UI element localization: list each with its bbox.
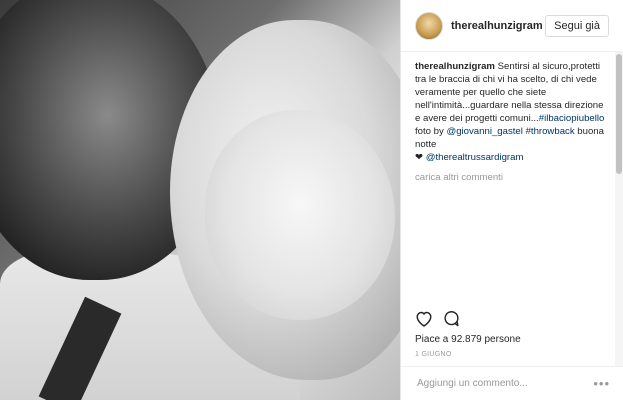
load-more-comments[interactable]: carica altri commenti <box>401 164 623 183</box>
avatar[interactable] <box>415 11 443 40</box>
post-actions <box>415 310 460 327</box>
comment-icon[interactable] <box>443 310 460 327</box>
hashtag-link[interactable]: #throwback <box>526 126 575 137</box>
mention-link[interactable]: @therealtrussardigram <box>426 152 524 163</box>
caption-text: foto by <box>415 126 447 137</box>
caption: therealhunzigram Sentirsi al sicuro,prot… <box>401 52 623 164</box>
likes-count[interactable]: Piace a 92.879 persone <box>415 334 521 345</box>
heart-emoji: ❤ <box>415 152 424 163</box>
comment-bar: ••• <box>401 366 623 400</box>
photo-face <box>205 110 395 320</box>
post-date: 1 GIUGNO <box>415 351 452 358</box>
caption-author[interactable]: therealhunzigram <box>415 61 495 72</box>
scrollbar-thumb[interactable] <box>616 54 622 174</box>
heart-icon[interactable] <box>415 310 433 327</box>
hashtag-link[interactable]: #ilbaciopiubello <box>539 113 605 124</box>
mention-link[interactable]: @giovanni_gastel <box>446 126 522 137</box>
comment-input[interactable] <box>415 377 594 390</box>
likes-text: Piace a 92.879 persone <box>415 334 521 345</box>
more-icon[interactable]: ••• <box>593 376 610 391</box>
username-link[interactable]: therealhunzigram <box>451 20 545 32</box>
post-photo[interactable] <box>0 0 400 400</box>
post-header: therealhunzigram Segui già <box>401 0 623 52</box>
follow-button[interactable]: Segui già <box>545 14 609 37</box>
scrollbar[interactable] <box>615 52 623 366</box>
post-side-panel: therealhunzigram Segui già therealhunzig… <box>400 0 623 400</box>
